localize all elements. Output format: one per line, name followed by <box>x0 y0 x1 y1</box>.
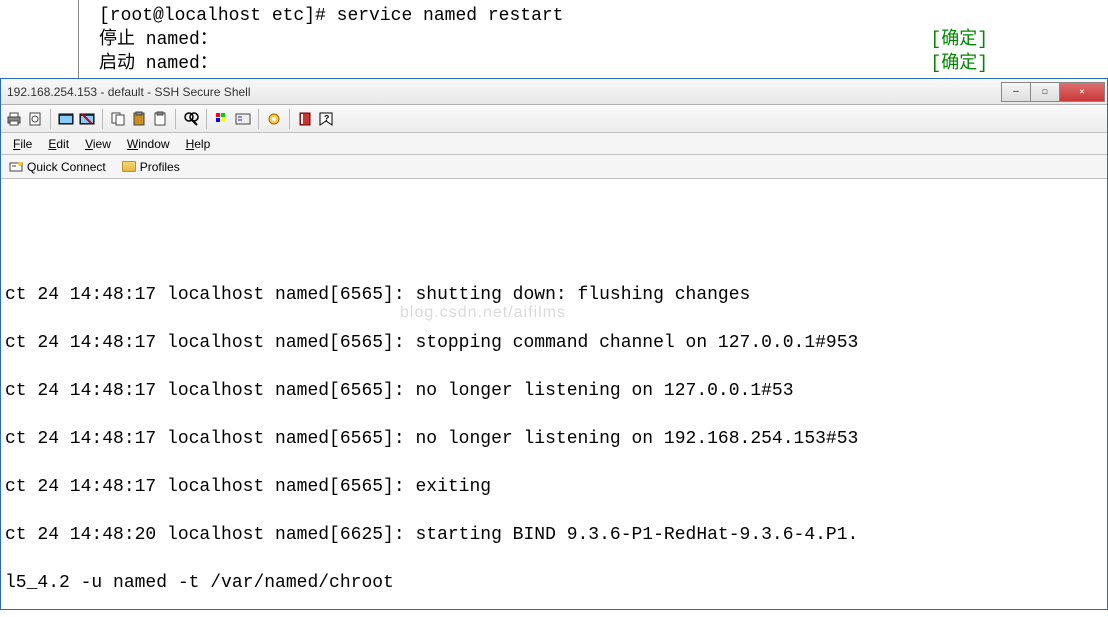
log-line: ct 24 14:48:17 localhost named[6565]: st… <box>5 331 1103 355</box>
toolbar-separator <box>50 109 51 129</box>
folder-icon <box>122 161 136 172</box>
clipboard-icon[interactable] <box>151 110 169 128</box>
menu-edit[interactable]: Edit <box>40 135 77 153</box>
book-icon[interactable] <box>296 110 314 128</box>
disconnect-icon[interactable] <box>78 110 96 128</box>
toolbar-separator <box>258 109 259 129</box>
paste-icon[interactable] <box>130 110 148 128</box>
profiles-button[interactable]: Profiles <box>118 159 184 175</box>
log-line: ct 24 14:48:17 localhost named[6565]: no… <box>5 379 1103 403</box>
menu-help[interactable]: Help <box>178 135 219 153</box>
profiles-label: Profiles <box>140 160 180 174</box>
menu-bar: File Edit View Window Help <box>1 133 1107 155</box>
log-line: ct 24 14:48:17 localhost named[6565]: ex… <box>5 475 1103 499</box>
command-prompt-line: [root@localhost etc]# service named rest… <box>99 4 1088 28</box>
start-status-ok: [确定] <box>930 52 988 76</box>
upper-terminal-output: [root@localhost etc]# service named rest… <box>78 0 1108 78</box>
stop-status-ok: [确定] <box>930 28 988 52</box>
close-button[interactable]: ✕ <box>1059 82 1105 102</box>
quick-connect-label: Quick Connect <box>27 160 106 174</box>
toolbar-separator <box>175 109 176 129</box>
menu-window[interactable]: Window <box>119 135 178 153</box>
start-label: 启动 named： <box>99 52 218 76</box>
log-line: ct 24 14:48:20 localhost named[6625]: st… <box>5 523 1103 547</box>
colors-icon[interactable] <box>213 110 231 128</box>
title-bar[interactable]: 192.168.254.153 - default - SSH Secure S… <box>1 79 1107 105</box>
menu-file[interactable]: File <box>5 135 40 153</box>
terminal-output[interactable]: ct 24 14:48:17 localhost named[6565]: sh… <box>1 179 1107 609</box>
toolbar-separator <box>102 109 103 129</box>
quick-connect-button[interactable]: Quick Connect <box>5 159 110 175</box>
shortcut-bar: Quick Connect Profiles <box>1 155 1107 179</box>
start-status-line: 启动 named： [确定] <box>99 52 1088 76</box>
window-title: 192.168.254.153 - default - SSH Secure S… <box>7 85 251 99</box>
new-terminal-icon[interactable] <box>57 110 75 128</box>
toolbar: ? <box>1 105 1107 133</box>
log-line: ct 24 14:48:17 localhost named[6565]: no… <box>5 427 1103 451</box>
toolbar-separator <box>206 109 207 129</box>
toolbar-separator <box>289 109 290 129</box>
find-icon[interactable] <box>182 110 200 128</box>
settings-icon[interactable] <box>234 110 252 128</box>
ssh-secure-shell-window: 192.168.254.153 - default - SSH Secure S… <box>0 78 1108 610</box>
preview-icon[interactable] <box>26 110 44 128</box>
stop-status-line: 停止 named： [确定] <box>99 28 1088 52</box>
svg-text:?: ? <box>324 114 329 124</box>
minimize-button[interactable]: ─ <box>1001 82 1031 102</box>
maximize-button[interactable]: ☐ <box>1030 82 1060 102</box>
window-controls: ─ ☐ ✕ <box>1002 82 1105 102</box>
log-line: ct 24 14:48:17 localhost named[6565]: sh… <box>5 283 1103 307</box>
quick-connect-icon <box>9 160 23 174</box>
copy-icon[interactable] <box>109 110 127 128</box>
log-line: l5_4.2 -u named -t /var/named/chroot <box>5 571 1103 595</box>
print-icon[interactable] <box>5 110 23 128</box>
gear-icon[interactable] <box>265 110 283 128</box>
menu-view[interactable]: View <box>77 135 119 153</box>
stop-label: 停止 named： <box>99 28 218 52</box>
help-icon[interactable]: ? <box>317 110 335 128</box>
